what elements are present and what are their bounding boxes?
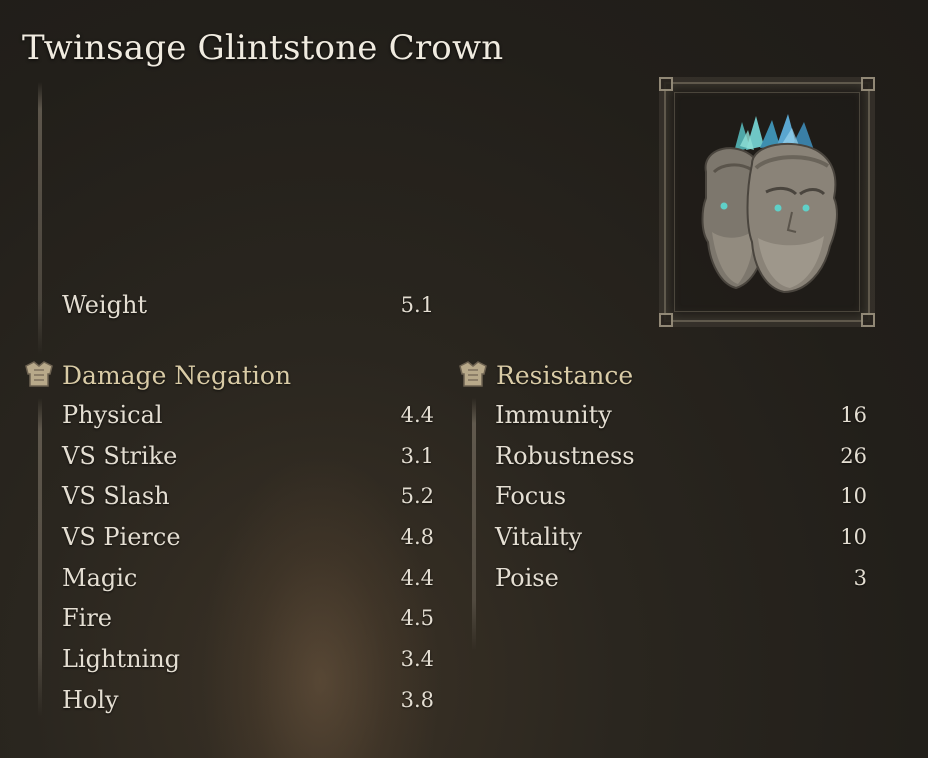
stat-value: 4.8 bbox=[400, 525, 434, 549]
stat-value: 10 bbox=[840, 484, 867, 508]
frame-corner bbox=[659, 313, 673, 327]
stat-row-magic: Magic 4.4 bbox=[62, 560, 434, 596]
stat-value: 3.8 bbox=[400, 688, 434, 712]
frame-corner bbox=[659, 77, 673, 91]
stat-value: 4.4 bbox=[400, 566, 434, 590]
chest-armor-icon bbox=[459, 361, 487, 387]
stat-row-vs-pierce: VS Pierce 4.8 bbox=[62, 519, 434, 555]
stat-label: Lightning bbox=[62, 645, 181, 673]
damage-negation-title: Damage Negation bbox=[62, 360, 292, 390]
stat-row-physical: Physical 4.4 bbox=[62, 397, 434, 433]
stat-row-vs-slash: VS Slash 5.2 bbox=[62, 478, 434, 514]
stat-label: VS Pierce bbox=[62, 523, 181, 551]
stat-label: Immunity bbox=[495, 401, 612, 429]
resistance-title: Resistance bbox=[496, 360, 634, 390]
stat-row-immunity: Immunity 16 bbox=[495, 397, 867, 433]
twinsage-glintstone-crown-icon bbox=[701, 114, 838, 294]
divider-line bbox=[38, 398, 42, 716]
stat-row-focus: Focus 10 bbox=[495, 478, 867, 514]
stat-label: Vitality bbox=[495, 523, 583, 551]
stat-value: 16 bbox=[840, 403, 867, 427]
stat-label: VS Strike bbox=[62, 442, 178, 470]
stat-label: Magic bbox=[62, 564, 138, 592]
stat-value: 10 bbox=[840, 525, 867, 549]
item-image-frame bbox=[659, 77, 875, 327]
damage-negation-heading: Damage Negation bbox=[22, 357, 291, 393]
stat-row-holy: Holy 3.8 bbox=[62, 682, 434, 718]
weight-row: Weight 5.1 bbox=[62, 287, 434, 323]
stat-value: 3.1 bbox=[400, 444, 434, 468]
stat-value: 4.5 bbox=[400, 606, 434, 630]
resistance-heading: Resistance bbox=[456, 357, 633, 393]
stat-row-fire: Fire 4.5 bbox=[62, 600, 434, 636]
stat-value: 5.2 bbox=[400, 484, 434, 508]
divider-line bbox=[472, 398, 476, 650]
stat-value: 4.4 bbox=[400, 403, 434, 427]
stat-label: Holy bbox=[62, 686, 119, 714]
stat-value: 3.4 bbox=[400, 647, 434, 671]
divider-line bbox=[38, 82, 42, 354]
stat-label: VS Slash bbox=[62, 482, 170, 510]
frame-corner bbox=[861, 313, 875, 327]
stat-row-vitality: Vitality 10 bbox=[495, 519, 867, 555]
stat-label: Poise bbox=[495, 564, 559, 592]
stat-label: Focus bbox=[495, 482, 567, 510]
frame-corner bbox=[861, 77, 875, 91]
stat-label: Physical bbox=[62, 401, 163, 429]
stat-value: 3 bbox=[853, 566, 867, 590]
stat-row-vs-strike: VS Strike 3.1 bbox=[62, 438, 434, 474]
stat-row-lightning: Lightning 3.4 bbox=[62, 641, 434, 677]
stat-row-poise: Poise 3 bbox=[495, 560, 867, 596]
stat-label: Fire bbox=[62, 604, 113, 632]
stat-row-robustness: Robustness 26 bbox=[495, 438, 867, 474]
chest-armor-icon bbox=[25, 361, 53, 387]
stat-label: Robustness bbox=[495, 442, 635, 470]
weight-value: 5.1 bbox=[400, 293, 434, 317]
item-title: Twinsage Glintstone Crown bbox=[22, 28, 504, 68]
stat-value: 26 bbox=[840, 444, 867, 468]
weight-label: Weight bbox=[62, 291, 148, 319]
